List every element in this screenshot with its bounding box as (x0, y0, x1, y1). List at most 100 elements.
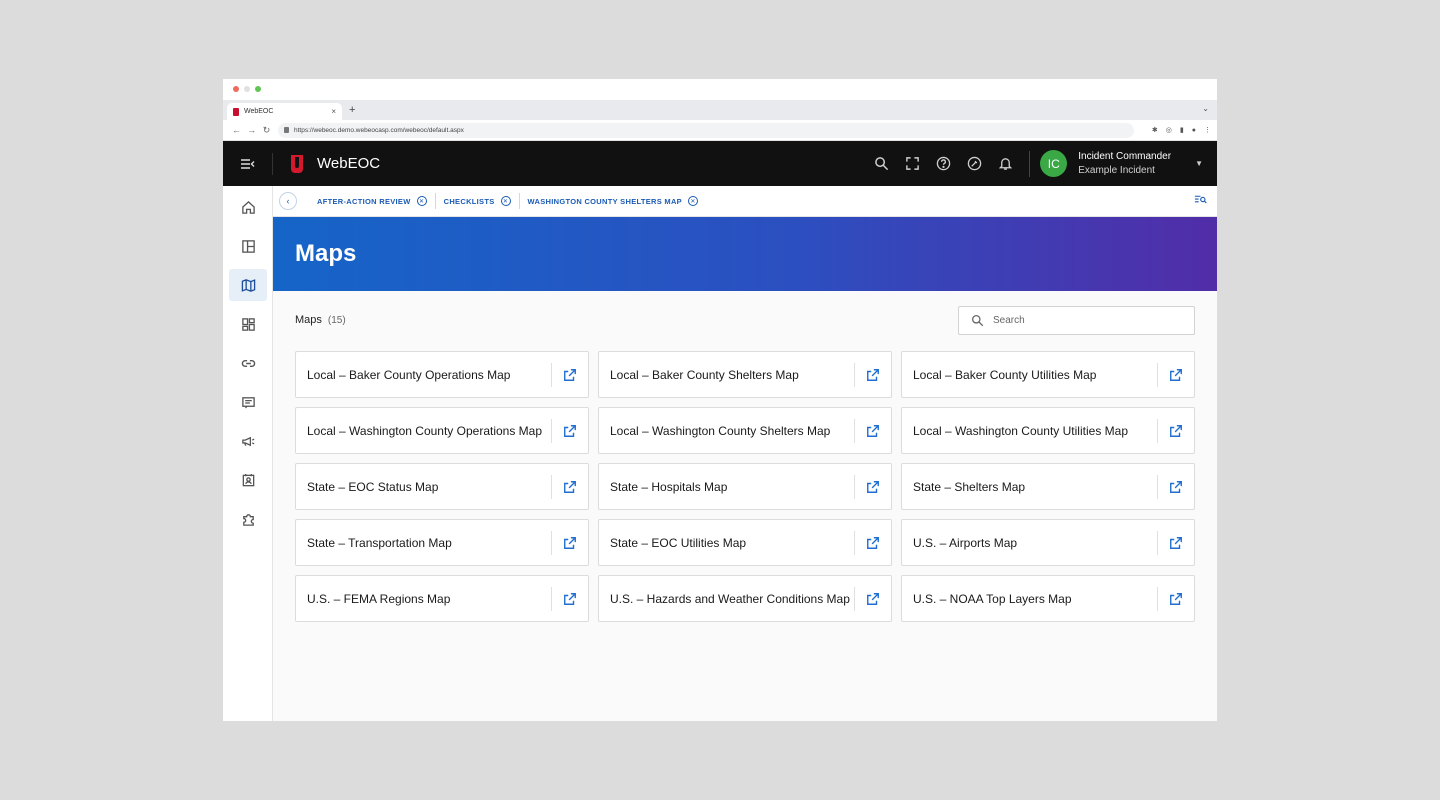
tab-label: AFTER-ACTION REVIEW (317, 196, 411, 206)
open-external-icon[interactable] (551, 362, 588, 387)
map-card[interactable]: State – Hospitals Map (598, 463, 892, 510)
tab-list-chevron-icon[interactable]: ⌄ (1202, 104, 1209, 113)
open-external-icon[interactable] (551, 530, 588, 555)
notifications-bell-icon[interactable] (990, 156, 1021, 171)
user-avatar[interactable]: IC (1040, 150, 1068, 177)
map-card[interactable]: Local – Baker County Shelters Map (598, 351, 892, 398)
map-card[interactable]: Local – Washington County Operations Map (295, 407, 589, 454)
sidepanel-icon[interactable]: ▮ (1180, 126, 1184, 134)
nav-maps[interactable] (229, 269, 267, 301)
address-bar[interactable]: https://webeoc.demo.webeocasp.com/webeoc… (278, 122, 1134, 138)
open-external-icon[interactable] (1157, 474, 1194, 499)
fullscreen-icon[interactable] (897, 156, 928, 171)
map-card[interactable]: U.S. – Hazards and Weather Conditions Ma… (598, 575, 892, 622)
open-external-icon[interactable] (1157, 586, 1194, 611)
tab-checklists[interactable]: CHECKLISTS ✕ (436, 193, 520, 209)
open-external-icon[interactable] (1157, 530, 1194, 555)
profile-icon[interactable]: ● (1192, 127, 1196, 134)
nav-dashboard[interactable] (229, 308, 267, 340)
nav-contacts[interactable] (229, 464, 267, 496)
map-card-label: U.S. – NOAA Top Layers Map (913, 591, 1072, 606)
nav-boards[interactable] (229, 230, 267, 262)
browser-tab[interactable]: WebEOC × (227, 103, 342, 120)
extensions-icon[interactable]: ✱ (1152, 126, 1158, 134)
map-card[interactable]: State – Transportation Map (295, 519, 589, 566)
open-external-icon[interactable] (854, 418, 891, 443)
search-input[interactable] (993, 314, 1183, 326)
open-external-icon[interactable] (1157, 362, 1194, 387)
window-titlebar (223, 79, 1217, 100)
map-card-label: U.S. – Hazards and Weather Conditions Ma… (610, 591, 850, 606)
tabs-back-button[interactable]: ‹ (279, 192, 297, 210)
list-header: Maps (15) (295, 305, 1195, 335)
nav-home[interactable] (229, 191, 267, 223)
open-external-icon[interactable] (854, 362, 891, 387)
user-incident: Example Incident (1078, 165, 1155, 176)
map-card-label: State – Transportation Map (307, 535, 452, 550)
map-card[interactable]: U.S. – Airports Map (901, 519, 1195, 566)
map-card[interactable]: State – EOC Status Map (295, 463, 589, 510)
map-card[interactable]: Local – Washington County Shelters Map (598, 407, 892, 454)
tab-search-icon[interactable] (1194, 192, 1207, 210)
close-window-button[interactable] (233, 86, 239, 92)
contacts-icon (242, 473, 254, 486)
close-tab-icon[interactable]: ✕ (416, 196, 427, 206)
webeoc-favicon-icon (233, 107, 239, 116)
menu-toggle-icon[interactable] (223, 152, 273, 175)
open-external-icon[interactable] (1157, 418, 1194, 443)
browser-tabstrip: WebEOC × + ⌄ (223, 100, 1217, 120)
map-card[interactable]: Local – Baker County Utilities Map (901, 351, 1195, 398)
map-card[interactable]: U.S. – NOAA Top Layers Map (901, 575, 1195, 622)
map-card-label: State – Hospitals Map (610, 479, 728, 494)
open-external-icon[interactable] (551, 418, 588, 443)
maximize-window-button[interactable] (255, 86, 261, 92)
forward-arrow-icon[interactable]: → (244, 125, 259, 135)
open-external-icon[interactable] (854, 530, 891, 555)
more-menu-icon[interactable]: ⋮ (1204, 126, 1211, 134)
search-field[interactable] (958, 305, 1195, 335)
map-card[interactable]: State – Shelters Map (901, 463, 1195, 510)
maps-grid: Local – Baker County Operations Map Local… (295, 351, 1195, 622)
map-card[interactable]: State – EOC Utilities Map (598, 519, 892, 566)
nav-links[interactable] (229, 347, 267, 379)
map-card[interactable]: Local – Baker County Operations Map (295, 351, 589, 398)
map-card-label: Local – Washington County Utilities Map (913, 423, 1128, 438)
close-tab-icon[interactable]: ✕ (500, 196, 511, 206)
open-external-icon[interactable] (854, 474, 891, 499)
reload-icon[interactable]: ↻ (259, 125, 274, 136)
nav-messages[interactable] (229, 386, 267, 418)
map-icon (241, 278, 255, 292)
back-arrow-icon[interactable]: ← (229, 125, 244, 135)
link-icon (241, 359, 255, 367)
browser-toolbar: ← → ↻ https://webeoc.demo.webeocasp.com/… (223, 120, 1217, 141)
browser-tab-title: WebEOC (244, 108, 274, 115)
user-menu-caret-icon[interactable]: ▼ (1195, 159, 1203, 168)
search-icon[interactable] (866, 156, 897, 171)
user-info[interactable]: Incident Commander Example Incident (1078, 151, 1171, 176)
nav-plugins[interactable] (229, 503, 267, 535)
tools-icon[interactable] (959, 156, 990, 171)
tab-washington-county-shelters-map[interactable]: WASHINGTON COUNTY SHELTERS MAP ✕ (520, 193, 706, 209)
minimize-window-button[interactable] (244, 86, 250, 92)
help-icon[interactable] (928, 156, 959, 171)
lock-icon (284, 127, 289, 133)
header-divider (1029, 150, 1031, 177)
close-tab-icon[interactable]: × (331, 107, 336, 116)
left-navigation (223, 186, 273, 721)
open-external-icon[interactable] (551, 474, 588, 499)
extension-icon[interactable]: ◎ (1166, 126, 1172, 134)
megaphone-icon (241, 436, 254, 446)
search-icon (971, 314, 984, 326)
boards-icon (241, 239, 255, 253)
main-content: Maps Maps (15) Local – Baker County Oper… (273, 217, 1217, 721)
open-external-icon[interactable] (854, 586, 891, 611)
tab-after-action-review[interactable]: AFTER-ACTION REVIEW ✕ (309, 193, 436, 209)
new-tab-button[interactable]: + (349, 104, 355, 116)
map-card[interactable]: Local – Washington County Utilities Map (901, 407, 1195, 454)
nav-announcements[interactable] (229, 425, 267, 457)
app-header: WebEOC IC Incident Commander Example Inc… (223, 141, 1217, 186)
map-card[interactable]: U.S. – FEMA Regions Map (295, 575, 589, 622)
close-tab-icon[interactable]: ✕ (687, 196, 698, 206)
open-external-icon[interactable] (551, 586, 588, 611)
map-card-label: State – EOC Status Map (307, 479, 439, 494)
